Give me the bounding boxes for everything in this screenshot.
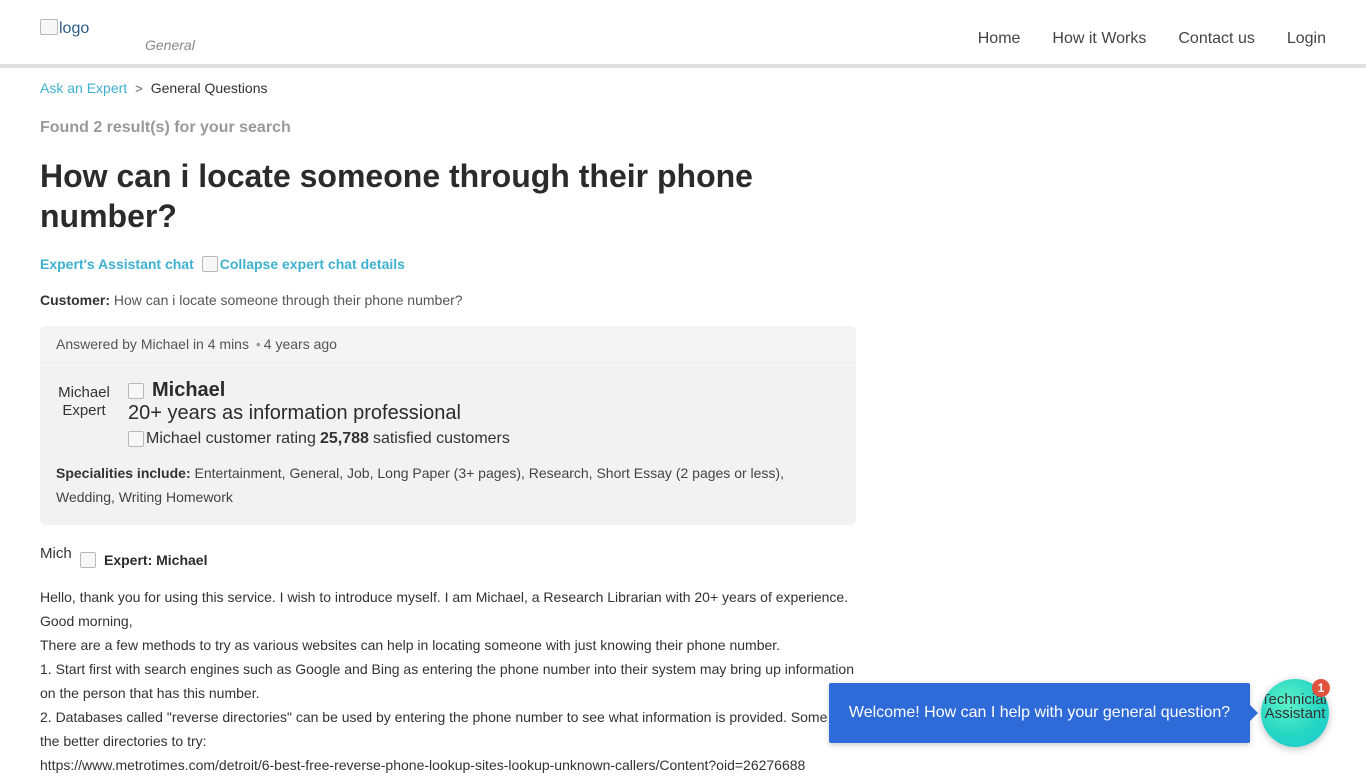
broken-image-icon (201, 256, 218, 272)
message-link[interactable]: https://www.metrotimes.com/detroit/6-bes… (40, 757, 805, 773)
customer-label: Customer: (40, 292, 111, 308)
nav-home[interactable]: Home (978, 30, 1021, 48)
message-line: 2. Databases called "reverse directories… (40, 709, 843, 749)
answer-card: Answered by Michael in 4 mins • 4 years a… (40, 326, 856, 525)
expert-title: 20+ years as information professional (128, 402, 461, 424)
site-logo[interactable]: logo (40, 19, 89, 38)
message-line: Hello, thank you for using this service.… (40, 589, 849, 605)
answer-card-header: Answered by Michael in 4 mins • 4 years a… (40, 326, 856, 363)
rating-stars-icon: Michael customer rating (128, 430, 316, 448)
notification-badge: 1 (1312, 679, 1330, 697)
collapse-alt-text: Collapse expert chat details (219, 256, 405, 272)
verified-badge-icon (128, 382, 144, 399)
logo-alt-text: logo (59, 20, 90, 37)
expert-avatar: Michael Expert (58, 384, 110, 419)
category-label: General (145, 37, 195, 53)
chevron-right-icon: > (135, 81, 143, 96)
message-header-text: Expert: Michael (104, 552, 208, 568)
message-avatar: Michael (40, 546, 72, 562)
expert-message: Hello, thank you for using this service.… (40, 585, 860, 777)
expert-specialities: Specialities include: Entertainment, Gen… (56, 461, 826, 509)
answered-by: Answered by Michael in 4 mins • 4 years a… (56, 336, 337, 352)
broken-image-icon (128, 431, 144, 447)
breadcrumb-link-ask-an-expert[interactable]: Ask an Expert (40, 80, 127, 96)
site-header: logo General Home How it Works Contact u… (0, 0, 1366, 68)
nav-how-it-works[interactable]: How it Works (1052, 30, 1146, 48)
expert-name-text: Michael (152, 379, 226, 401)
specialities-label: Specialities include: (56, 465, 191, 481)
customer-question: Customer: How can i locate someone throu… (40, 292, 463, 308)
expert-badge-icon (80, 552, 96, 568)
assistant-alt-text: Technician Assistant (1261, 691, 1329, 722)
expert-rating: Michael customer rating 25,788 satisfied… (128, 430, 510, 448)
expert-name[interactable]: Michael (128, 379, 225, 402)
broken-image-icon (40, 19, 58, 35)
page-title: How can i locate someone through their p… (40, 158, 753, 234)
results-count: Found 2 result(s) for your search (40, 119, 291, 136)
nav-login[interactable]: Login (1287, 30, 1326, 48)
chat-welcome-text: Welcome! How can I help with your genera… (848, 704, 1231, 721)
collapse-icon[interactable]: Collapse expert chat details (201, 256, 405, 272)
expert-chat-toggle-label: Expert's Assistant chat (40, 256, 194, 272)
satisfied-count: 25,788 (320, 430, 369, 447)
message-line: Good morning, (40, 613, 133, 629)
chat-welcome-bubble[interactable]: Welcome! How can I help with your genera… (829, 683, 1258, 743)
message-line: There are a few methods to try as variou… (40, 637, 781, 653)
rating-alt-text: Michael customer rating (146, 430, 316, 447)
bullet-icon: • (255, 336, 261, 352)
satisfied-label: satisfied customers (372, 430, 510, 447)
expert-chat-toggle[interactable]: Expert's Assistant chat Collapse expert … (40, 256, 405, 272)
breadcrumb: Ask an Expert > General Questions (40, 80, 267, 96)
message-header: Expert: Michael (80, 552, 207, 568)
answered-ago: 4 years ago (263, 336, 337, 352)
message-line: 1. Start first with search engines such … (40, 661, 854, 701)
breadcrumb-current: General Questions (150, 80, 268, 96)
message-line: https://www.metrotimes.com/detroit/6-bes… (40, 753, 860, 777)
main-nav: Home How it Works Contact us Login (978, 30, 1326, 48)
customer-text: How can i locate someone through their p… (113, 292, 463, 308)
answered-by-text: Answered by Michael in 4 mins (56, 336, 249, 352)
nav-contact-us[interactable]: Contact us (1178, 30, 1254, 48)
